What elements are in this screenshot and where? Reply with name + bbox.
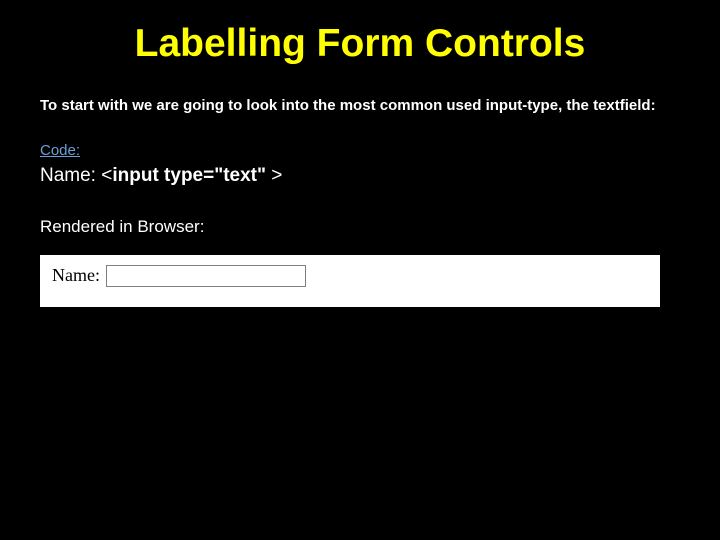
- name-input[interactable]: [106, 265, 306, 287]
- slide-body: To start with we are going to look into …: [0, 66, 720, 307]
- slide-title: Labelling Form Controls: [0, 0, 720, 66]
- rendered-preview: Name:: [40, 255, 660, 307]
- rendered-label: Rendered in Browser:: [40, 217, 680, 237]
- slide: Labelling Form Controls To start with we…: [0, 0, 720, 540]
- code-line: Name: <input type="text" >: [40, 165, 680, 187]
- intro-text: To start with we are going to look into …: [40, 96, 680, 116]
- code-suffix: >: [271, 165, 282, 186]
- rendered-name-label: Name:: [52, 265, 100, 286]
- rendered-row: Name:: [52, 265, 648, 287]
- code-label: Code:: [40, 142, 680, 159]
- code-prefix: Name: <: [40, 165, 112, 186]
- code-bold: input type="text": [112, 165, 271, 186]
